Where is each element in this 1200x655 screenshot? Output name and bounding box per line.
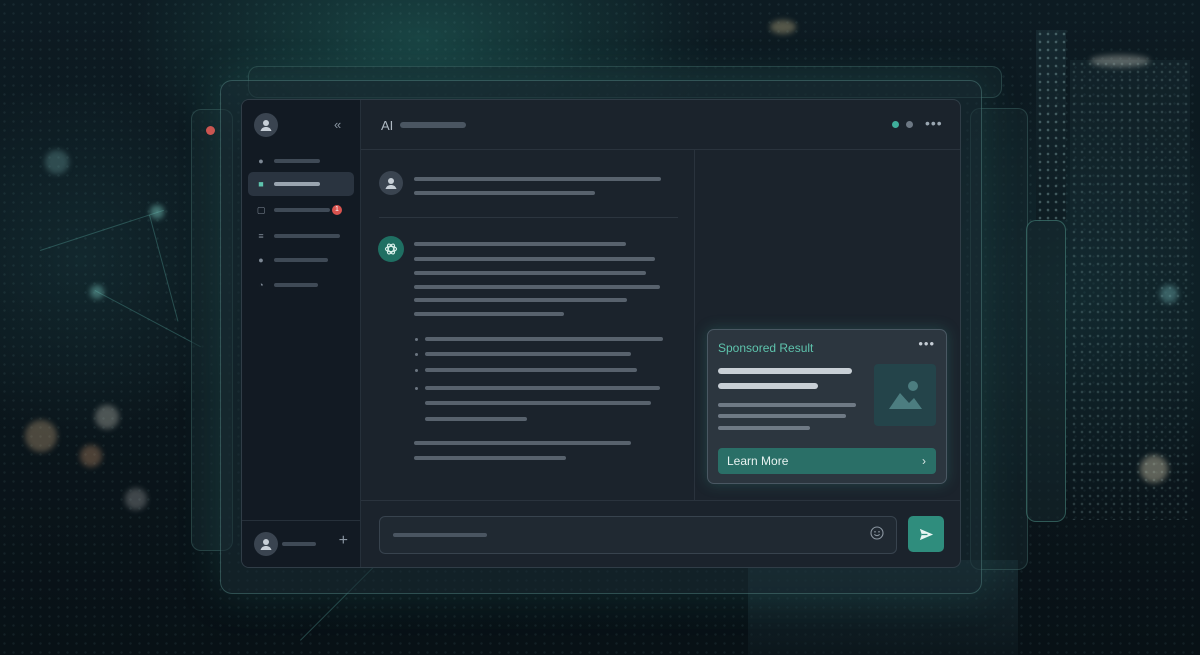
- list-line: [425, 337, 663, 341]
- message-line: [414, 177, 661, 181]
- bokeh-light: [80, 445, 102, 467]
- sidebar-item-label: [274, 182, 320, 186]
- response-line: [414, 298, 627, 302]
- response-line: [414, 312, 564, 316]
- sidebar-item-chat[interactable]: ■: [248, 172, 354, 196]
- learn-more-button[interactable]: Learn More ›: [718, 448, 936, 474]
- bokeh-light: [770, 20, 796, 34]
- list-line: [425, 386, 660, 390]
- image-placeholder-icon: [874, 364, 936, 426]
- ad-headline-line: [718, 383, 818, 389]
- list-line: [425, 417, 527, 421]
- sidebar-item-label: [274, 159, 320, 163]
- sidebar-item-history[interactable]: ◔: [248, 273, 354, 297]
- account-avatar[interactable]: [254, 532, 278, 556]
- bullet: [415, 387, 418, 390]
- bokeh-light: [1140, 455, 1168, 483]
- chevron-right-icon: ›: [922, 454, 926, 468]
- sidebar-item-label: [274, 208, 330, 212]
- bokeh-light: [90, 285, 104, 299]
- smiley-icon[interactable]: [870, 526, 884, 540]
- status-dot-inactive: [906, 121, 913, 128]
- sidebar-item-list[interactable]: ≡: [248, 224, 354, 248]
- response-line: [414, 285, 660, 289]
- assistant-avatar: [378, 236, 404, 262]
- bokeh-light: [150, 205, 164, 219]
- bokeh-light: [95, 405, 119, 429]
- learn-more-label: Learn More: [727, 454, 789, 468]
- status-dot-active: [892, 121, 899, 128]
- user-icon: [260, 539, 272, 550]
- bokeh-light: [125, 488, 147, 510]
- sidebar-item-label: [274, 258, 328, 262]
- bokeh-light: [45, 150, 69, 174]
- openai-logo-icon: [384, 243, 398, 255]
- send-icon: [919, 528, 933, 540]
- double-chevron-left-icon[interactable]: «: [334, 118, 348, 132]
- page-title: AI: [381, 118, 394, 133]
- response-line: [414, 257, 655, 261]
- app-window: « ● ■ ▢ 1 ≡ ● ◔ + AI ••• Sponsored Resul…: [241, 99, 961, 568]
- message-divider: [379, 217, 678, 218]
- user-message-avatar: [379, 171, 403, 195]
- account-name-placeholder: [282, 542, 316, 546]
- send-button[interactable]: [908, 516, 944, 552]
- user-avatar[interactable]: [254, 113, 278, 137]
- user-icon: ●: [258, 156, 264, 166]
- response-line: [414, 456, 566, 460]
- bullet: [415, 338, 418, 341]
- message-line: [414, 191, 595, 195]
- bokeh-light: [25, 420, 57, 452]
- ad-headline-line: [718, 368, 852, 374]
- sidebar-item-messages[interactable]: ▢ 1: [248, 198, 354, 222]
- background-building: [1036, 30, 1066, 220]
- response-line: [414, 242, 626, 246]
- user-icon: [385, 178, 397, 189]
- main-panel: AI ••• Sponsored Result ••• Learn More ›: [361, 100, 960, 567]
- bullet: [415, 369, 418, 372]
- composer: [361, 500, 960, 567]
- list-line: [425, 352, 631, 356]
- plus-icon[interactable]: +: [339, 533, 348, 549]
- bullet: [415, 353, 418, 356]
- circle-icon: ●: [258, 255, 264, 265]
- notification-badge: 1: [332, 205, 342, 215]
- top-bar: AI •••: [361, 100, 960, 150]
- sidebar-item-label: [274, 283, 318, 287]
- list-line: [425, 368, 637, 372]
- title-placeholder: [400, 122, 466, 128]
- input-placeholder-line: [393, 533, 487, 537]
- more-horizontal-icon[interactable]: •••: [918, 336, 935, 351]
- side-panel: Sponsored Result ••• Learn More ›: [695, 149, 960, 501]
- response-line: [414, 441, 631, 445]
- sidebar-item-label: [274, 234, 340, 238]
- sidebar-item-profile[interactable]: ●: [248, 149, 354, 173]
- window-close-dot: [206, 126, 215, 135]
- background-window: [1026, 220, 1066, 522]
- sidebar: « ● ■ ▢ 1 ≡ ● ◔ +: [242, 100, 361, 567]
- ad-body-line: [718, 403, 856, 407]
- user-icon: [260, 120, 272, 131]
- bokeh-light: [1090, 55, 1150, 67]
- clock-icon: ◔: [258, 280, 264, 290]
- ad-body-line: [718, 414, 846, 418]
- bokeh-light: [1160, 285, 1178, 303]
- sponsored-label: Sponsored Result: [718, 341, 814, 355]
- sidebar-item-circle[interactable]: ●: [248, 248, 354, 272]
- message-input[interactable]: [379, 516, 897, 554]
- sponsored-card[interactable]: Sponsored Result ••• Learn More ›: [707, 329, 947, 484]
- chat-bubble-icon: ■: [258, 179, 264, 189]
- list-icon: ≡: [258, 231, 264, 241]
- conversation-area: [361, 149, 695, 501]
- sidebar-footer: +: [242, 520, 360, 567]
- message-icon: ▢: [256, 205, 266, 215]
- ad-body-line: [718, 426, 810, 430]
- list-line: [425, 401, 651, 405]
- response-line: [414, 271, 646, 275]
- more-horizontal-icon[interactable]: •••: [925, 115, 943, 131]
